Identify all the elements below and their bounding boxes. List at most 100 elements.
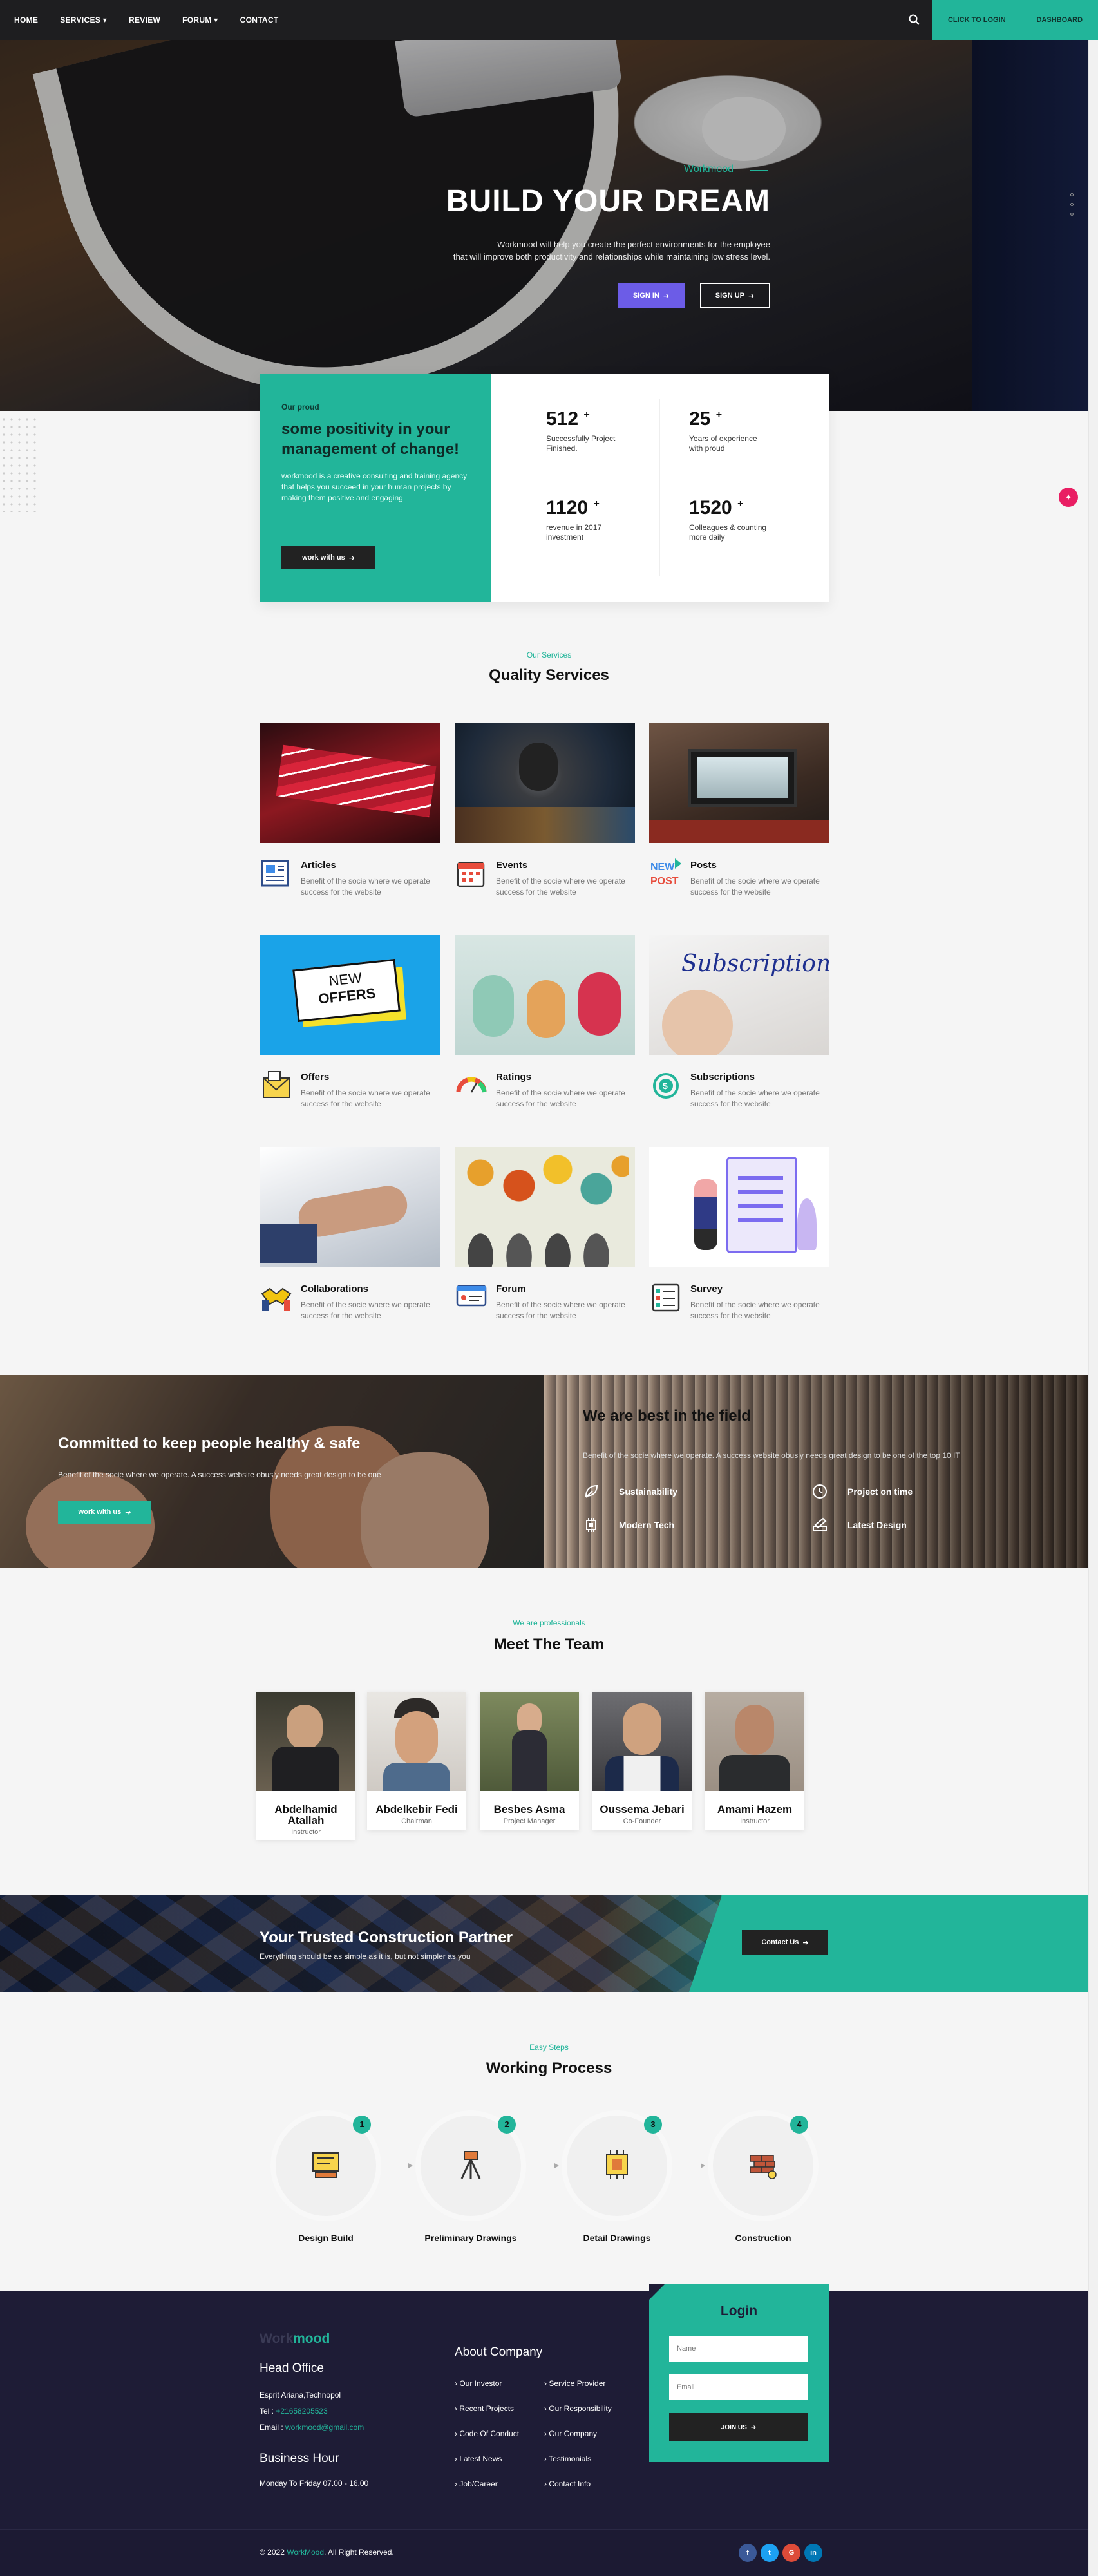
process-title: Working Process: [486, 2060, 612, 2077]
design-board-icon: [312, 2152, 339, 2178]
nav-services[interactable]: SERVICES ▾: [60, 15, 107, 24]
step-number: 1: [353, 2116, 371, 2134]
posts-image: [649, 723, 829, 843]
nav-review[interactable]: REVIEW: [129, 15, 160, 24]
service-card-survey[interactable]: Survey Benefit of the socie where we oper…: [649, 1147, 829, 1321]
member-photo: [256, 1692, 355, 1791]
partner-title: Your Trusted Construction Partner: [260, 1929, 513, 1946]
service-card-posts[interactable]: NEW POST Posts Benefit of the socie where …: [649, 723, 829, 898]
work-with-us-button[interactable]: work with us ➔: [58, 1501, 151, 1524]
arrow-right-icon: ➔: [348, 554, 355, 562]
footer-link[interactable]: Job/Career: [455, 2479, 519, 2488]
process-step: 1 Design Build: [261, 2116, 390, 2243]
step-label: Design Build: [298, 2233, 354, 2243]
member-role: Instructor: [291, 1828, 321, 1836]
member-photo: [367, 1692, 466, 1791]
footer-link[interactable]: Our Company: [544, 2429, 612, 2438]
hero-section: Workmood BUILD YOUR DREAM Workmood will …: [0, 0, 1088, 411]
footer-link[interactable]: Contact Info: [544, 2479, 612, 2488]
stat-item: 512 + Successfully Project Finished.: [517, 399, 660, 488]
events-image: [455, 723, 635, 843]
hero-eyebrow: Workmood: [684, 164, 734, 175]
footer-link[interactable]: Our Investor: [455, 2379, 519, 2388]
feature-latest-design: Latest Design: [811, 1517, 907, 1533]
login-title: Login: [720, 2304, 758, 2318]
team-member-card[interactable]: Amami Hazem Instructor: [705, 1692, 804, 1830]
service-card-articles[interactable]: Articles Benefit of the socie where we op…: [260, 723, 440, 898]
copyright-bar: © 2022 WorkMood. All Right Reserved. f t…: [0, 2529, 1088, 2576]
handshake-icon: [260, 1281, 293, 1314]
linkedin-icon[interactable]: in: [804, 2544, 822, 2562]
email-input[interactable]: [669, 2374, 808, 2400]
footer-link[interactable]: Recent Projects: [455, 2404, 519, 2413]
commitment-section: Committed to keep people healthy & safe …: [0, 1375, 1088, 1568]
service-card-subscriptions[interactable]: Subscription $ Subscriptions Benefit of t…: [649, 935, 829, 1110]
stat-item: 1120 + revenue in 2017 investment: [517, 488, 660, 576]
envelope-icon: [260, 1069, 293, 1103]
services-eyebrow: Our Services: [526, 650, 572, 659]
team-member-card[interactable]: Oussema Jebari Co-Founder: [592, 1692, 692, 1830]
team-member-card[interactable]: Abdelhamid Atallah Instructor: [256, 1692, 355, 1840]
service-card-ratings[interactable]: Ratings Benefit of the socie where we ope…: [455, 935, 635, 1110]
team-member-card[interactable]: Abdelkebir Fedi Chairman: [367, 1692, 466, 1830]
nav-contact[interactable]: CONTACT: [240, 15, 279, 24]
page-scrollbar[interactable]: [1088, 0, 1098, 2576]
twitter-icon[interactable]: t: [761, 2544, 779, 2562]
survey-tripod-icon: [460, 2151, 481, 2179]
footer-link[interactable]: Testimonials: [544, 2454, 612, 2463]
click-to-login-link[interactable]: CLICK TO LOGIN: [948, 16, 1006, 24]
footer-link[interactable]: Code Of Conduct: [455, 2429, 519, 2438]
settings-fab-icon[interactable]: ✦: [1059, 488, 1078, 507]
dashboard-link[interactable]: DASHBOARD: [1037, 16, 1083, 24]
hero-slider-dots[interactable]: [1070, 193, 1074, 216]
feature-sustainability: Sustainability: [583, 1483, 677, 1500]
service-card-forum[interactable]: Forum Benefit of the socie where we opera…: [455, 1147, 635, 1321]
service-card-collaborations[interactable]: Collaborations Benefit of the socie where…: [260, 1147, 440, 1321]
member-photo: [705, 1692, 804, 1791]
team-title: Meet The Team: [493, 1636, 605, 1653]
work-with-us-button[interactable]: work with us ➔: [281, 546, 375, 569]
articles-image: [260, 723, 440, 843]
sign-up-button[interactable]: SIGN UP ➔: [700, 283, 770, 308]
svg-text:POST: POST: [650, 876, 679, 887]
decorative-dot-grid: [0, 415, 39, 512]
dollar-refresh-icon: $: [649, 1069, 683, 1103]
forum-image: [455, 1147, 635, 1267]
nav-home[interactable]: HOME: [14, 15, 38, 24]
commitment-text: Benefit of the socie where we operate. A…: [58, 1470, 381, 1479]
service-card-offers[interactable]: NEW OFFERS Offers Benefit of the socie wh…: [260, 935, 440, 1110]
login-panel: Login JOIN US➔: [649, 2284, 829, 2462]
phone: Tel : +21658205523: [260, 2407, 328, 2416]
hero-text: Workmood will help you create the perfec…: [453, 240, 770, 261]
services-title: Quality Services: [489, 667, 609, 684]
survey-image: [649, 1147, 829, 1267]
name-input[interactable]: [669, 2336, 808, 2362]
leaf-icon: [585, 1484, 598, 1498]
best-in-field-panel: We are best in the field Benefit of the …: [544, 1375, 1088, 1568]
nav-forum[interactable]: FORUM ▾: [182, 15, 218, 24]
join-us-button[interactable]: JOIN US ➔: [669, 2413, 808, 2441]
stats-eyebrow: Our proud: [281, 402, 319, 412]
rating-gauge-icon: [455, 1069, 488, 1103]
team-member-card[interactable]: Besbes Asma Project Manager: [480, 1692, 579, 1830]
sign-in-button[interactable]: SIGN IN ➔: [618, 283, 685, 308]
footer-link[interactable]: Service Provider: [544, 2379, 612, 2388]
footer-link[interactable]: Latest News: [455, 2454, 519, 2463]
svg-text:NEW: NEW: [650, 862, 675, 873]
service-card-events[interactable]: Events Benefit of the socie where we oper…: [455, 723, 635, 898]
arrow-right-icon: ➔: [663, 292, 670, 300]
hero-eyebrow-line: [750, 170, 768, 171]
process-step: 3 Detail Drawings: [553, 2116, 681, 2243]
stats-intro: Our proud some positivity in your manage…: [260, 374, 491, 602]
facebook-icon[interactable]: f: [739, 2544, 757, 2562]
search-icon[interactable]: [908, 14, 921, 26]
hero-title: BUILD YOUR DREAM: [446, 184, 770, 218]
footer-link[interactable]: Our Responsibility: [544, 2404, 611, 2413]
google-plus-icon[interactable]: G: [782, 2544, 800, 2562]
arrow-right-icon: ➔: [748, 292, 755, 300]
clock-icon: [813, 1484, 827, 1499]
chip-icon: [586, 1518, 596, 1532]
feature-project-on-time: Project on time: [811, 1483, 913, 1500]
contact-us-button[interactable]: Contact Us ➔: [742, 1930, 828, 1955]
member-photo: [480, 1692, 579, 1791]
